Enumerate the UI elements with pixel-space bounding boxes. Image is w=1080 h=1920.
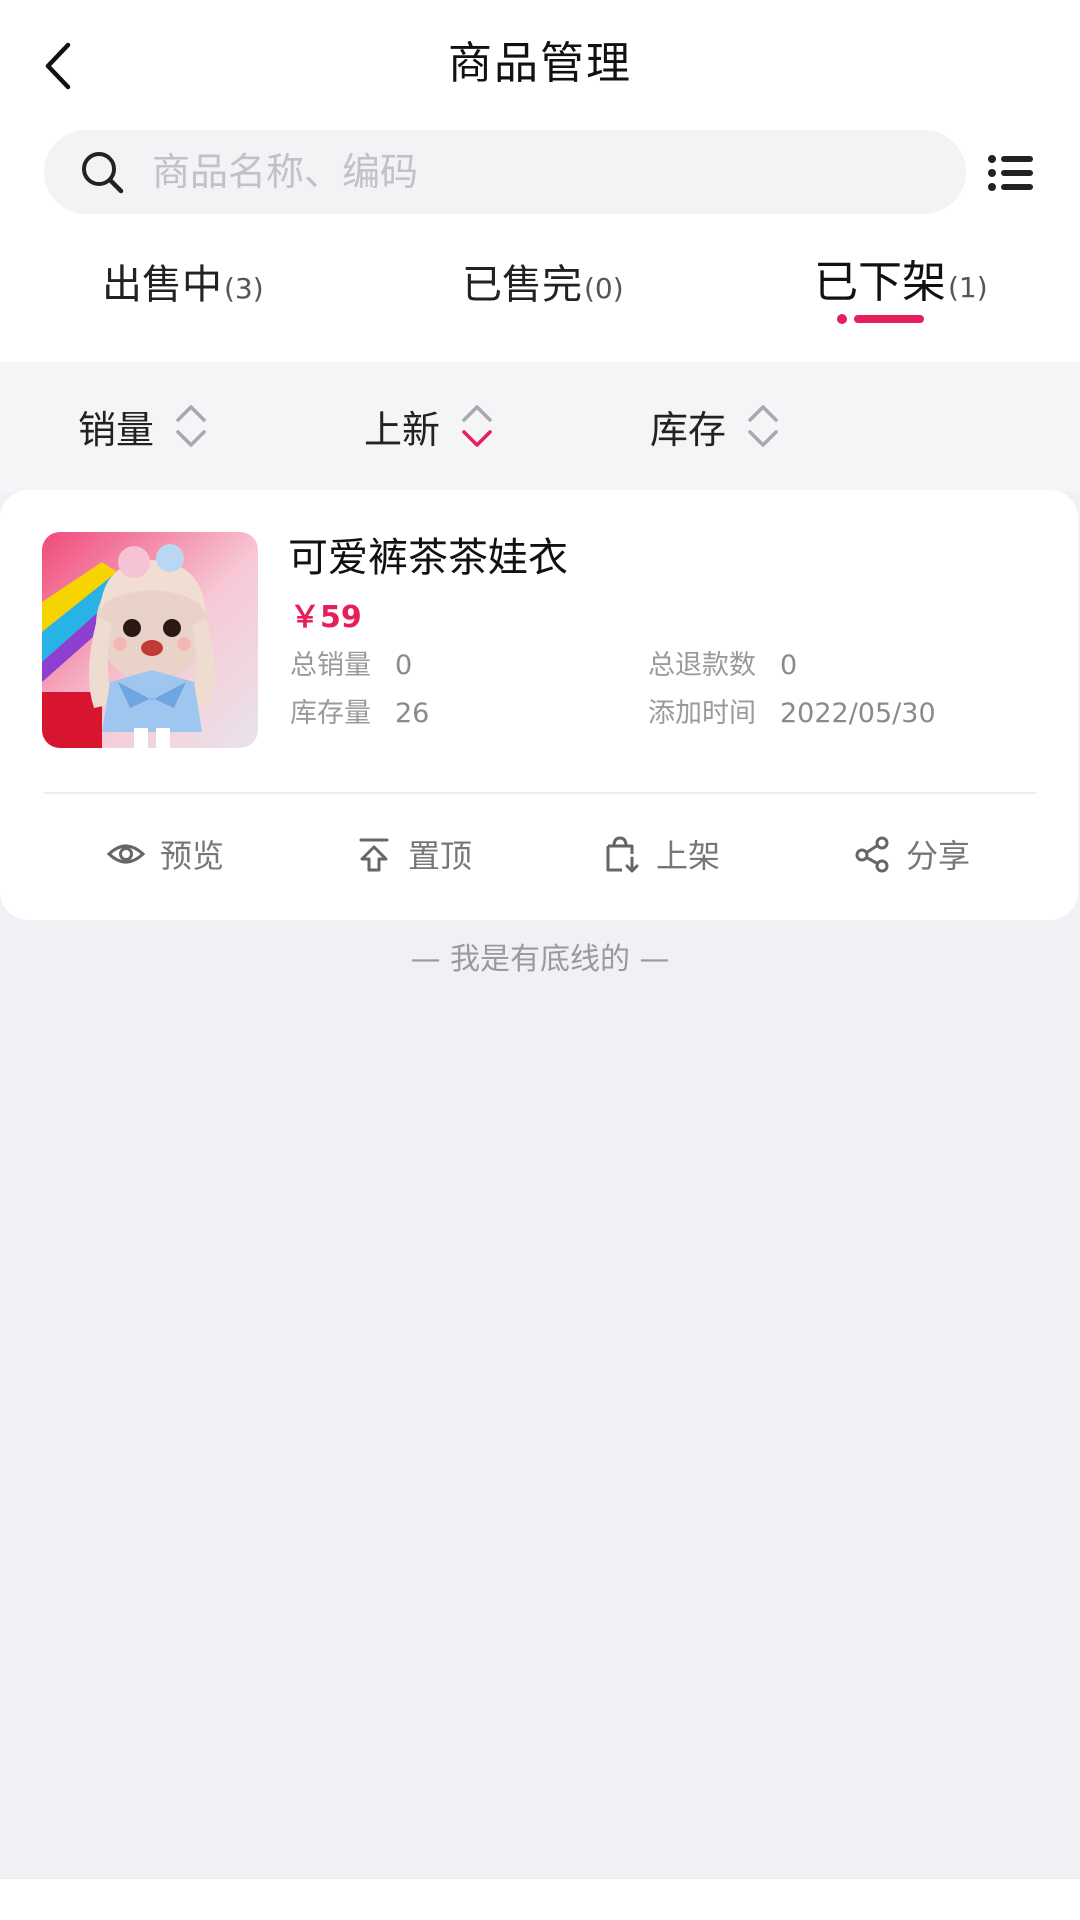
sort-arrows-icon (460, 402, 494, 450)
stat-label: 库存量 (290, 698, 371, 729)
pin-top-icon (354, 834, 394, 874)
list-filter-icon[interactable] (986, 148, 1036, 198)
page: 商品管理 出售中 (3) 已售完 (0) 已下架 (1) (0, 0, 1080, 1920)
action-label: 置顶 (408, 837, 473, 875)
stat-value: 0 (780, 650, 798, 681)
stat-label: 添加时间 (648, 698, 756, 729)
product-card[interactable]: 可爱裤茶茶娃衣 ￥59 总销量 0 总退款数 0 库存量 26 添加时间 202… (0, 490, 1078, 920)
stat-total-refunds: 总退款数 0 (648, 646, 797, 686)
tab-sold-out[interactable]: 已售完 (0) (462, 252, 624, 322)
search-input[interactable] (150, 149, 910, 195)
stat-label: 总退款数 (648, 650, 756, 681)
bottom-bar (0, 1878, 1080, 1920)
stat-value: 0 (395, 650, 413, 681)
stat-label: 总销量 (290, 650, 371, 681)
preview-button[interactable]: 预览 (106, 826, 224, 882)
stat-value: 26 (395, 698, 430, 729)
sort-arrows-icon (174, 402, 208, 450)
tab-count: (3) (224, 272, 264, 305)
sort-arrows-icon (746, 402, 780, 450)
search-bar[interactable] (44, 130, 966, 214)
page-title: 商品管理 (448, 38, 632, 89)
action-label: 预览 (160, 837, 225, 875)
sort-by-stock[interactable]: 库存 (650, 398, 780, 454)
shelf-up-icon (602, 834, 642, 874)
stat-value: 2022/05/30 (780, 698, 936, 729)
stat-added-time: 添加时间 2022/05/30 (648, 694, 936, 734)
tab-on-sale[interactable]: 出售中 (3) (102, 252, 264, 322)
sort-by-new[interactable]: 上新 (364, 398, 494, 454)
product-price: ￥59 (290, 600, 362, 635)
list-on-shelf-button[interactable]: 上架 (602, 826, 720, 882)
share-icon (852, 834, 892, 874)
tab-off-shelf[interactable]: 已下架 (1) (814, 246, 988, 316)
divider (44, 792, 1036, 794)
stat-total-sales: 总销量 0 (290, 646, 412, 686)
product-image[interactable] (42, 532, 258, 748)
active-tab-indicator (837, 314, 924, 324)
tab-label: 已售完 (462, 262, 582, 308)
tab-label: 已下架 (814, 257, 946, 308)
product-name: 可爱裤茶茶娃衣 (288, 535, 568, 581)
sort-label: 销量 (78, 407, 155, 452)
pin-top-button[interactable]: 置顶 (354, 826, 472, 882)
action-label: 上架 (656, 837, 721, 875)
tab-count: (1) (948, 271, 988, 304)
eye-icon (106, 834, 146, 874)
sort-label: 上新 (364, 407, 441, 452)
sort-label: 库存 (650, 407, 727, 452)
stat-stock: 库存量 26 (290, 694, 429, 734)
action-label: 分享 (906, 837, 971, 875)
sort-by-sales[interactable]: 销量 (78, 398, 208, 454)
share-button[interactable]: 分享 (852, 826, 970, 882)
search-icon (80, 150, 124, 194)
end-of-list-text: — 我是有底线的 — (410, 942, 670, 977)
tab-label: 出售中 (102, 262, 222, 308)
tab-count: (0) (584, 272, 624, 305)
